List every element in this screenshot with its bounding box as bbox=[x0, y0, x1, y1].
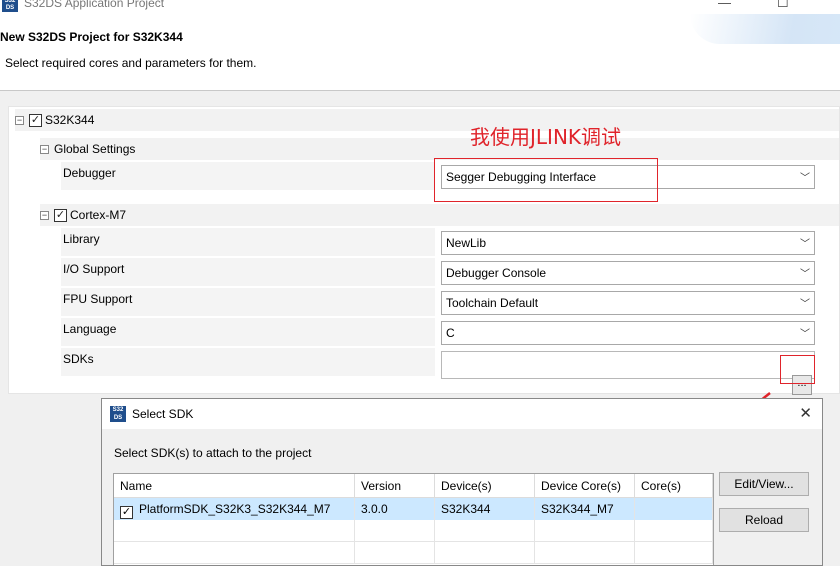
empty-cell bbox=[355, 520, 435, 542]
select-sdk-dialog: S32 DS Select SDK ✕ Select SDK(s) to att… bbox=[101, 398, 823, 566]
chevron-down-icon: ﹀ bbox=[800, 173, 810, 184]
s32ds-app-icon: S32 DS bbox=[110, 406, 126, 422]
column-header-devices[interactable]: Device(s) bbox=[435, 474, 535, 498]
chevron-down-icon: ﹀ bbox=[800, 239, 810, 250]
sdks-label-cell: SDKs bbox=[61, 348, 435, 376]
core-label: Cortex-M7 bbox=[70, 208, 127, 222]
empty-cell bbox=[435, 520, 535, 542]
io-support-value: Debugger Console bbox=[446, 266, 547, 280]
tree-node-global-settings[interactable]: − Global Settings bbox=[40, 138, 839, 160]
annotation-debugger-highlight bbox=[434, 158, 658, 202]
maximize-button[interactable]: ☐ bbox=[777, 0, 789, 11]
tree-node-core[interactable]: − ✓ Cortex-M7 bbox=[40, 204, 839, 226]
empty-cell bbox=[535, 542, 635, 564]
dialog-titlebar: S32 DS Select SDK ✕ bbox=[102, 399, 822, 429]
empty-cell bbox=[114, 542, 355, 564]
empty-cell bbox=[435, 542, 535, 564]
column-header-cores[interactable]: Core(s) bbox=[635, 474, 713, 498]
language-label-cell: Language bbox=[61, 318, 435, 346]
sdk-table: Name Version Device(s) Device Core(s) Co… bbox=[113, 473, 714, 565]
sdk-devices-cell: S32K344 bbox=[435, 498, 535, 520]
sdk-cores-cell bbox=[635, 498, 713, 520]
window-title: S32DS Application Project bbox=[24, 0, 165, 10]
device-checkbox[interactable]: ✓ bbox=[29, 113, 42, 127]
tree-node-device[interactable]: − ✓ S32K344 bbox=[15, 109, 839, 131]
io-support-label-cell: I/O Support bbox=[61, 258, 435, 286]
empty-cell bbox=[635, 542, 713, 564]
io-support-select[interactable]: Debugger Console ﹀ bbox=[441, 261, 815, 285]
language-value: C bbox=[446, 326, 455, 340]
wizard-header: New S32DS Project for S32K344 Select req… bbox=[0, 14, 840, 90]
global-settings-label: Global Settings bbox=[54, 142, 136, 156]
minimize-button[interactable]: — bbox=[718, 0, 731, 10]
sdk-version-cell: 3.0.0 bbox=[355, 498, 435, 520]
collapse-icon[interactable]: − bbox=[40, 144, 49, 154]
language-label: Language bbox=[63, 322, 117, 336]
dialog-title: Select SDK bbox=[132, 407, 194, 421]
annotation-label: 我使用JLINK调试 bbox=[470, 125, 622, 149]
reload-button[interactable]: Reload bbox=[719, 508, 809, 532]
sdk-name: PlatformSDK_S32K3_S32K344_M7 bbox=[139, 502, 331, 516]
debugger-label: Debugger bbox=[63, 166, 116, 180]
sdk-device-cores-cell: S32K344_M7 bbox=[535, 498, 635, 520]
s32ds-app-icon: S32 DS bbox=[2, 0, 18, 12]
io-support-label: I/O Support bbox=[63, 262, 125, 276]
library-value: NewLib bbox=[446, 236, 487, 250]
wizard-title: New S32DS Project for S32K344 bbox=[0, 30, 183, 44]
core-checkbox[interactable]: ✓ bbox=[54, 208, 67, 222]
collapse-icon[interactable]: − bbox=[40, 210, 49, 220]
fpu-support-label: FPU Support bbox=[63, 292, 133, 306]
chevron-down-icon: ﹀ bbox=[800, 299, 810, 310]
column-header-version[interactable]: Version bbox=[355, 474, 435, 498]
debugger-label-cell: Debugger bbox=[61, 162, 435, 190]
chevron-down-icon: ﹀ bbox=[800, 269, 810, 280]
library-label-cell: Library bbox=[61, 228, 435, 256]
empty-cell bbox=[535, 520, 635, 542]
column-header-device-cores[interactable]: Device Core(s) bbox=[535, 474, 635, 498]
chevron-down-icon: ﹀ bbox=[800, 329, 810, 340]
fpu-support-value: Toolchain Default bbox=[446, 296, 539, 310]
sdk-name-cell[interactable]: ✓ PlatformSDK_S32K3_S32K344_M7 bbox=[114, 498, 355, 520]
empty-cell bbox=[635, 520, 713, 542]
core-settings-tree: − ✓ S32K344 − Global Settings Debugger S… bbox=[8, 106, 840, 395]
fpu-support-select[interactable]: Toolchain Default ﹀ bbox=[441, 291, 815, 315]
edit-view-button[interactable]: Edit/View... bbox=[719, 472, 809, 496]
library-label: Library bbox=[63, 232, 100, 246]
empty-cell bbox=[114, 520, 355, 542]
device-label: S32K344 bbox=[45, 113, 95, 127]
language-select[interactable]: C ﹀ bbox=[441, 321, 815, 345]
wizard-description: Select required cores and parameters for… bbox=[5, 56, 257, 70]
collapse-icon[interactable]: − bbox=[15, 115, 24, 125]
close-icon[interactable]: ✕ bbox=[799, 404, 812, 422]
column-header-name[interactable]: Name bbox=[114, 474, 355, 498]
library-select[interactable]: NewLib ﹀ bbox=[441, 231, 815, 255]
window-titlebar: S32 DS S32DS Application Project — ☐ bbox=[0, 0, 840, 14]
dialog-description: Select SDK(s) to attach to the project bbox=[114, 446, 312, 460]
sdk-row-checkbox[interactable]: ✓ bbox=[120, 506, 133, 519]
annotation-sdk-button-highlight bbox=[780, 355, 815, 384]
sdks-field[interactable] bbox=[441, 351, 815, 379]
sdks-label: SDKs bbox=[63, 352, 94, 366]
empty-cell bbox=[355, 542, 435, 564]
header-banner-graphic bbox=[690, 14, 840, 44]
fpu-support-label-cell: FPU Support bbox=[61, 288, 435, 316]
